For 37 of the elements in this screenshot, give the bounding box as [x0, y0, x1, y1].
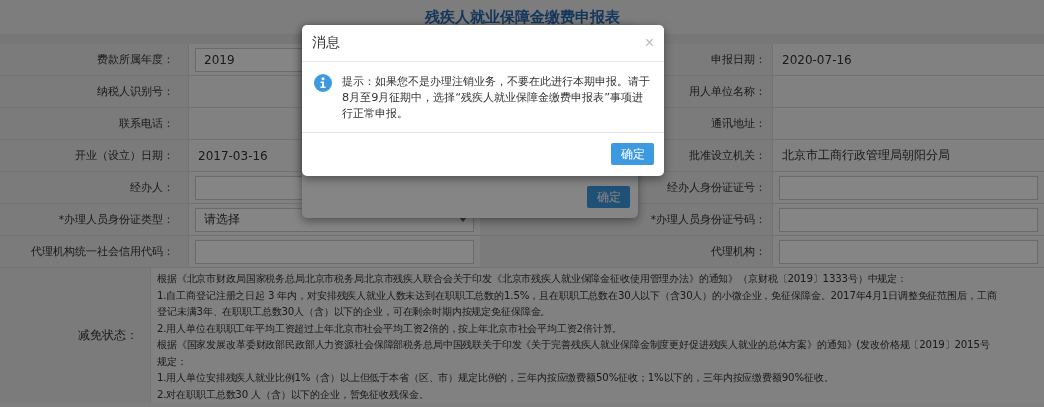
policy-text: 根据《国家发展改革委财政部民政部人力资源社会保障部税务总局中国残联关于印发《关于完善残疾人就业保障金制度更好促进残疾人就业的总体方案》的通知》(发改价格规〔2019〕2015号 — [157, 338, 991, 352]
text-field[interactable] — [779, 175, 1038, 200]
field-value: 北京市工商行政管理局朝阳分局 — [781, 147, 950, 164]
confirm-button[interactable]: 确定 — [587, 186, 630, 208]
field-label: 批准设立机关： — [689, 148, 766, 163]
field-label: 经办人身份证证号： — [667, 180, 766, 195]
policy-text: 1.自工商登记注册之日起 3 年内，对安排残疾人就业人数未达到在职职工总数的1.5%，且在职职工总数在30人以下（含30人）的小微企业，免征保障金。2017年4月1日调整免征范围后，工商 — [157, 288, 998, 303]
field-label: 纳税人识别号： — [97, 84, 174, 99]
policy-text: 2.对在职职工总数30 人（含）以下的企业，暂免征收残保金。 — [157, 387, 430, 402]
field-label: 通讯地址： — [711, 116, 766, 131]
field-label: 申报日期： — [711, 52, 766, 67]
field-label: 代理机构： — [711, 244, 766, 259]
confirm-button[interactable]: 确定 — [611, 143, 654, 165]
page-title: 残疾人就业保障金缴费申报表 — [424, 7, 620, 27]
field-label: 经办人： — [130, 180, 174, 195]
text-field[interactable] — [779, 239, 1038, 264]
policy-text: 登记未满3年、在职职工总数30人（含）以下的企业，可在剩余时期内按规定免征保障金。 — [157, 305, 552, 319]
field-label: 开业（设立）日期： — [75, 148, 174, 163]
info-icon — [314, 74, 332, 92]
text-field[interactable] — [195, 239, 474, 264]
field-value: 2020-07-16 — [781, 52, 852, 67]
dialog-title: 消息 — [312, 34, 340, 52]
field-label: 用人单位名称： — [689, 84, 766, 99]
field-label: 费款所属年度： — [97, 52, 174, 67]
policy-text: 1.用人单位安排残疾人就业比例1%（含）以上但低于本省（区、市）规定比例的，三年内按应缴费额50%征收；1%以下的，三年内按应缴费额90%征收。 — [157, 371, 835, 385]
dialog-message: 提示：如果您不是办理注销业务，不要在此进行本期申报。请于8月至9月征期中，选择“残疾人就业保障金缴费申报表”事项进行正常申报。 — [342, 74, 651, 122]
field-label: 联系电话： — [119, 116, 174, 131]
policy-text: 根据《北京市财政局国家税务总局北京市税务局北京市残疾人联合会关于印发《北京市残疾人就业保障金征收使用管理办法》的通知》（京财税〔2019〕1333号）中规定： — [157, 272, 908, 286]
field-value: 2017-03-16 — [197, 148, 268, 163]
policy-text: 2.用人单位在职职工年平均工资超过上年北京市社会平均工资2倍的，按上年北京市社会平均工资2倍计算。 — [157, 321, 624, 336]
field-label: 减免状态： — [78, 328, 138, 343]
text-field[interactable] — [779, 207, 1038, 232]
field-label: *办理人员身份证类型： — [58, 212, 174, 227]
field-label: *办理人员身份证号码： — [650, 212, 766, 227]
policy-text: 规定： — [157, 354, 188, 369]
close-button[interactable]: × — [644, 34, 654, 52]
field-label: 代理机构统一社会信用代码： — [31, 244, 174, 259]
